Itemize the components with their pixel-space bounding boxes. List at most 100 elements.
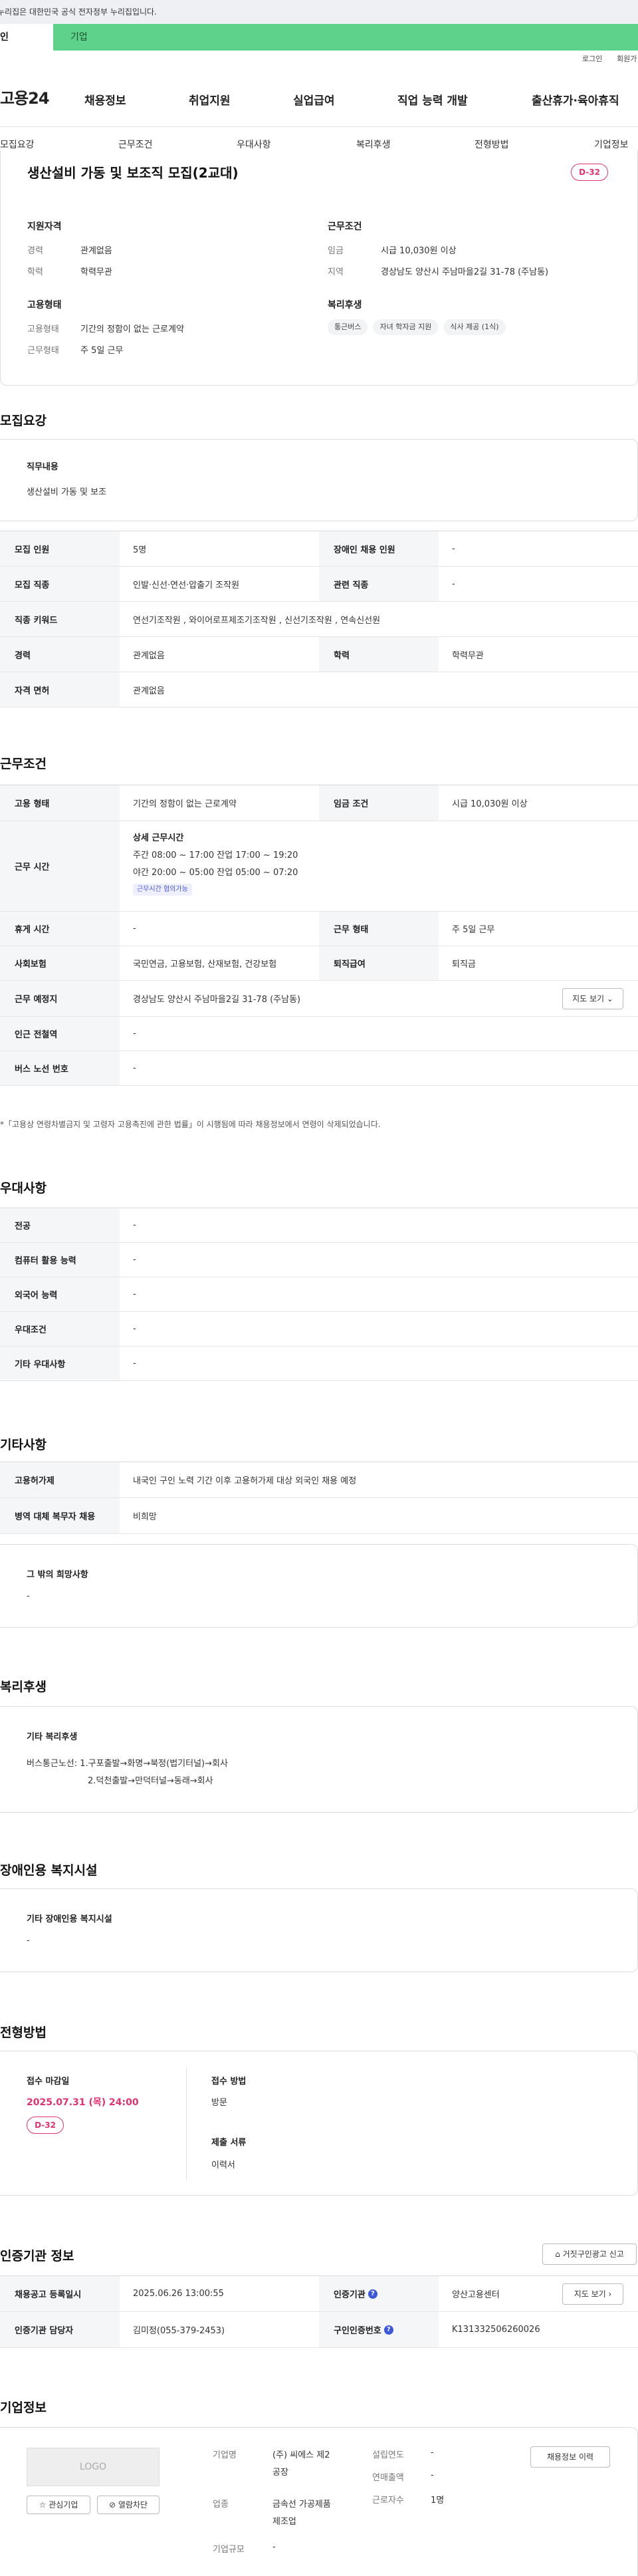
method-title: 접수 방법 xyxy=(211,2077,247,2087)
military-value: 비희망 xyxy=(133,1512,157,1522)
gnb-employment-support[interactable]: 취업지원 xyxy=(189,91,231,108)
subway-key: 인근 전철역 xyxy=(0,1017,120,1051)
gnb-job-info[interactable]: 채용정보 xyxy=(84,91,126,108)
job-value: 인발·신선·연선·압출기 조작원 xyxy=(133,580,240,590)
table-row: 근무 시간 상세 근무시간 주간 08:00 ~ 17:00 잔업 17:00 … xyxy=(0,821,638,912)
star-icon: ☆ xyxy=(39,2500,49,2510)
job-history-button[interactable]: 채용정보 이력 xyxy=(530,2446,610,2468)
table-row: 모집 인원 5명 장애인 채용 인원 - xyxy=(0,531,638,567)
section-title-etc: 기타사항 xyxy=(0,1438,47,1452)
hours-title: 상세 근무시간 xyxy=(133,833,184,843)
anchor-selection[interactable]: 전형방법 xyxy=(475,138,509,151)
company-size-key: 기업규모 xyxy=(213,2545,245,2555)
gnb-unemployment-benefit[interactable]: 실업급여 xyxy=(293,91,335,108)
table-row: 전공 - xyxy=(0,1208,638,1243)
pref-key: 외국어 능력 xyxy=(0,1277,120,1311)
disabled-value: - xyxy=(452,543,455,554)
other-wish-box: 그 밖의 희망사항 - xyxy=(0,1544,638,1628)
hours-day: 주간 08:00 ~ 17:00 잔업 17:00 ~ 19:20 xyxy=(133,850,298,860)
career-value: 관계없음 xyxy=(80,246,112,256)
home-icon: ⌂ xyxy=(555,2250,563,2259)
gnb-job-training[interactable]: 직업 능력 개발 xyxy=(397,91,468,108)
pref-value: - xyxy=(133,1255,136,1265)
block-icon: ⊘ xyxy=(108,2500,118,2510)
pref-value: - xyxy=(133,1358,136,1368)
insurance-key: 사회보험 xyxy=(0,946,120,980)
org-map-button[interactable]: 지도 보기 › xyxy=(562,2283,623,2305)
work-table: 고용 형태 기간의 정함이 없는 근로계약 임금 조건 시급 10,030원 이… xyxy=(0,785,638,1086)
military-key: 병역 대체 복무자 채용 xyxy=(0,1498,120,1533)
deadline-title: 접수 마감일 xyxy=(27,2077,70,2087)
anchor-work[interactable]: 근무조건 xyxy=(118,138,153,151)
emptype-key: 고용형태 xyxy=(27,324,59,334)
cert-num-value: K131332506260026 xyxy=(452,2325,540,2335)
severance-key: 퇴직급여 xyxy=(319,946,439,980)
anchor-recruit[interactable]: 모집요강 xyxy=(0,138,35,151)
section-title-recruit: 모집요강 xyxy=(0,414,47,428)
etc-table: 고용허가제 내국인 구인 노력 기간 이후 고용허가제 대상 외국인 채용 예정 … xyxy=(0,1462,638,1534)
edu-value: 학력무관 xyxy=(80,267,112,277)
qual-title: 지원자격 xyxy=(27,221,62,232)
age-law-note: *「고용상 연령차별금지 및 고령자 고용촉진에 관한 법률」이 시행됨에 따라… xyxy=(0,1120,381,1129)
foreign-value: 내국인 구인 노력 기간 이후 고용허가제 대상 외국인 채용 예정 xyxy=(133,1476,357,1486)
job-title: 생산설비 가동 및 보조직 모집(2교대) xyxy=(27,165,239,181)
worktype-value: 주 5일 근무 xyxy=(80,346,124,356)
favorite-company-button[interactable]: ☆ 관심기업 xyxy=(27,2496,90,2514)
company-name-value-1: (주) 씨에스 제2 xyxy=(272,2450,330,2460)
manager-value: 김미정(055-379-2453) xyxy=(133,2326,225,2336)
info-icon[interactable]: ? xyxy=(368,2289,377,2299)
table-row: 고용허가제 내국인 구인 노력 기간 이후 고용허가제 대상 외국인 채용 예정 xyxy=(0,1462,638,1498)
emptype-title: 고용형태 xyxy=(27,300,62,311)
table-row: 자격 면허 관계없음 xyxy=(0,672,638,708)
info-icon[interactable]: ? xyxy=(383,2325,393,2335)
edu-key: 학력 xyxy=(319,637,439,672)
count-value: 5명 xyxy=(133,545,147,555)
cond-title: 근무조건 xyxy=(328,221,362,232)
table-row: 근무 예정지 경상남도 양산시 주남마을2길 31-78 (주남동) 지도 보기… xyxy=(0,981,638,1017)
established-key: 설립연도 xyxy=(372,2450,404,2460)
false-ad-report-button[interactable]: ⌂ 거짓구인광고 신고 xyxy=(542,2244,637,2265)
site-logo[interactable]: 고용24 xyxy=(0,85,50,108)
place-cell: 경상남도 양산시 주남마을2길 31-78 (주남동) 지도 보기 ⌄ xyxy=(120,981,638,1016)
login-link[interactable]: 로그인 xyxy=(582,53,602,69)
section-title-cert: 인증기관 정보 xyxy=(0,2249,74,2263)
tab-business[interactable]: 기업 xyxy=(53,24,160,51)
pref-value: - xyxy=(133,1220,136,1230)
divider xyxy=(186,2067,187,2180)
block-view-button[interactable]: ⊘ 열람차단 xyxy=(97,2496,160,2514)
edu-key: 학력 xyxy=(27,267,43,277)
block-view-label: 열람차단 xyxy=(118,2500,148,2510)
place-value: 경상남도 양산시 주남마을2길 31-78 (주남동) xyxy=(133,995,301,1005)
wage-key: 임금 xyxy=(328,246,344,256)
map-view-button[interactable]: 지도 보기 ⌄ xyxy=(562,988,623,1009)
hours-key: 근무 시간 xyxy=(0,821,120,911)
anchor-company[interactable]: 기업정보 xyxy=(594,138,629,151)
anchor-welfare[interactable]: 복리후생 xyxy=(356,138,391,151)
table-row: 휴게 시간 - 근무 형태 주 5일 근무 xyxy=(0,912,638,946)
career-value: 관계없음 xyxy=(133,650,165,661)
pref-value: - xyxy=(133,1324,136,1334)
org-key-label: 인증기관 xyxy=(334,2290,366,2300)
deadline-value: 2025.07.31 (목) 24:00 xyxy=(27,2097,139,2108)
table-row: 모집 직종 인발·신선·연선·압출기 조작원 관련 직종 - xyxy=(0,567,638,602)
cert-num-key: 구인인증번호? xyxy=(319,2312,439,2347)
anchor-pref[interactable]: 우대사항 xyxy=(237,138,271,151)
section-title-disabled-facility: 장애인용 복지시설 xyxy=(0,1863,98,1878)
false-ad-report-label: 거짓구인광고 신고 xyxy=(562,2250,624,2259)
disabled-facility-box: 기타 장애인용 복지시설 - xyxy=(0,1888,638,1972)
sales-key: 연매출액 xyxy=(372,2473,404,2483)
tab-individual[interactable]: 인 xyxy=(0,24,53,51)
company-logo-placeholder: LOGO xyxy=(27,2448,160,2486)
org-value: 양산고용센터 xyxy=(452,2290,500,2300)
org-cell: 양산고용센터 지도 보기 › xyxy=(439,2276,638,2311)
insurance-value: 국민연금, 고용보험, 산재보험, 건강보험 xyxy=(133,960,277,969)
section-title-pref: 우대사항 xyxy=(0,1181,47,1196)
disabled-key: 장애인 채용 인원 xyxy=(319,531,439,566)
emptype-key: 고용 형태 xyxy=(0,785,120,821)
table-row: 경력 관계없음 학력 학력무관 xyxy=(0,637,638,672)
gnb-parental-leave[interactable]: 출산휴가·육아휴직 xyxy=(532,91,619,108)
join-link[interactable]: 회원가 xyxy=(617,53,637,69)
disabled-facility-title: 기타 장애인용 복지시설 xyxy=(27,1914,112,1924)
welfare-line-1: 버스통근노선: 1.구포출발→화명→북정(법기터널)→회사 xyxy=(27,1759,228,1769)
pref-table: 전공 - 컴퓨터 활용 능력 - 외국어 능력 - 우대조건 - 기타 우대사항 - xyxy=(0,1208,638,1381)
